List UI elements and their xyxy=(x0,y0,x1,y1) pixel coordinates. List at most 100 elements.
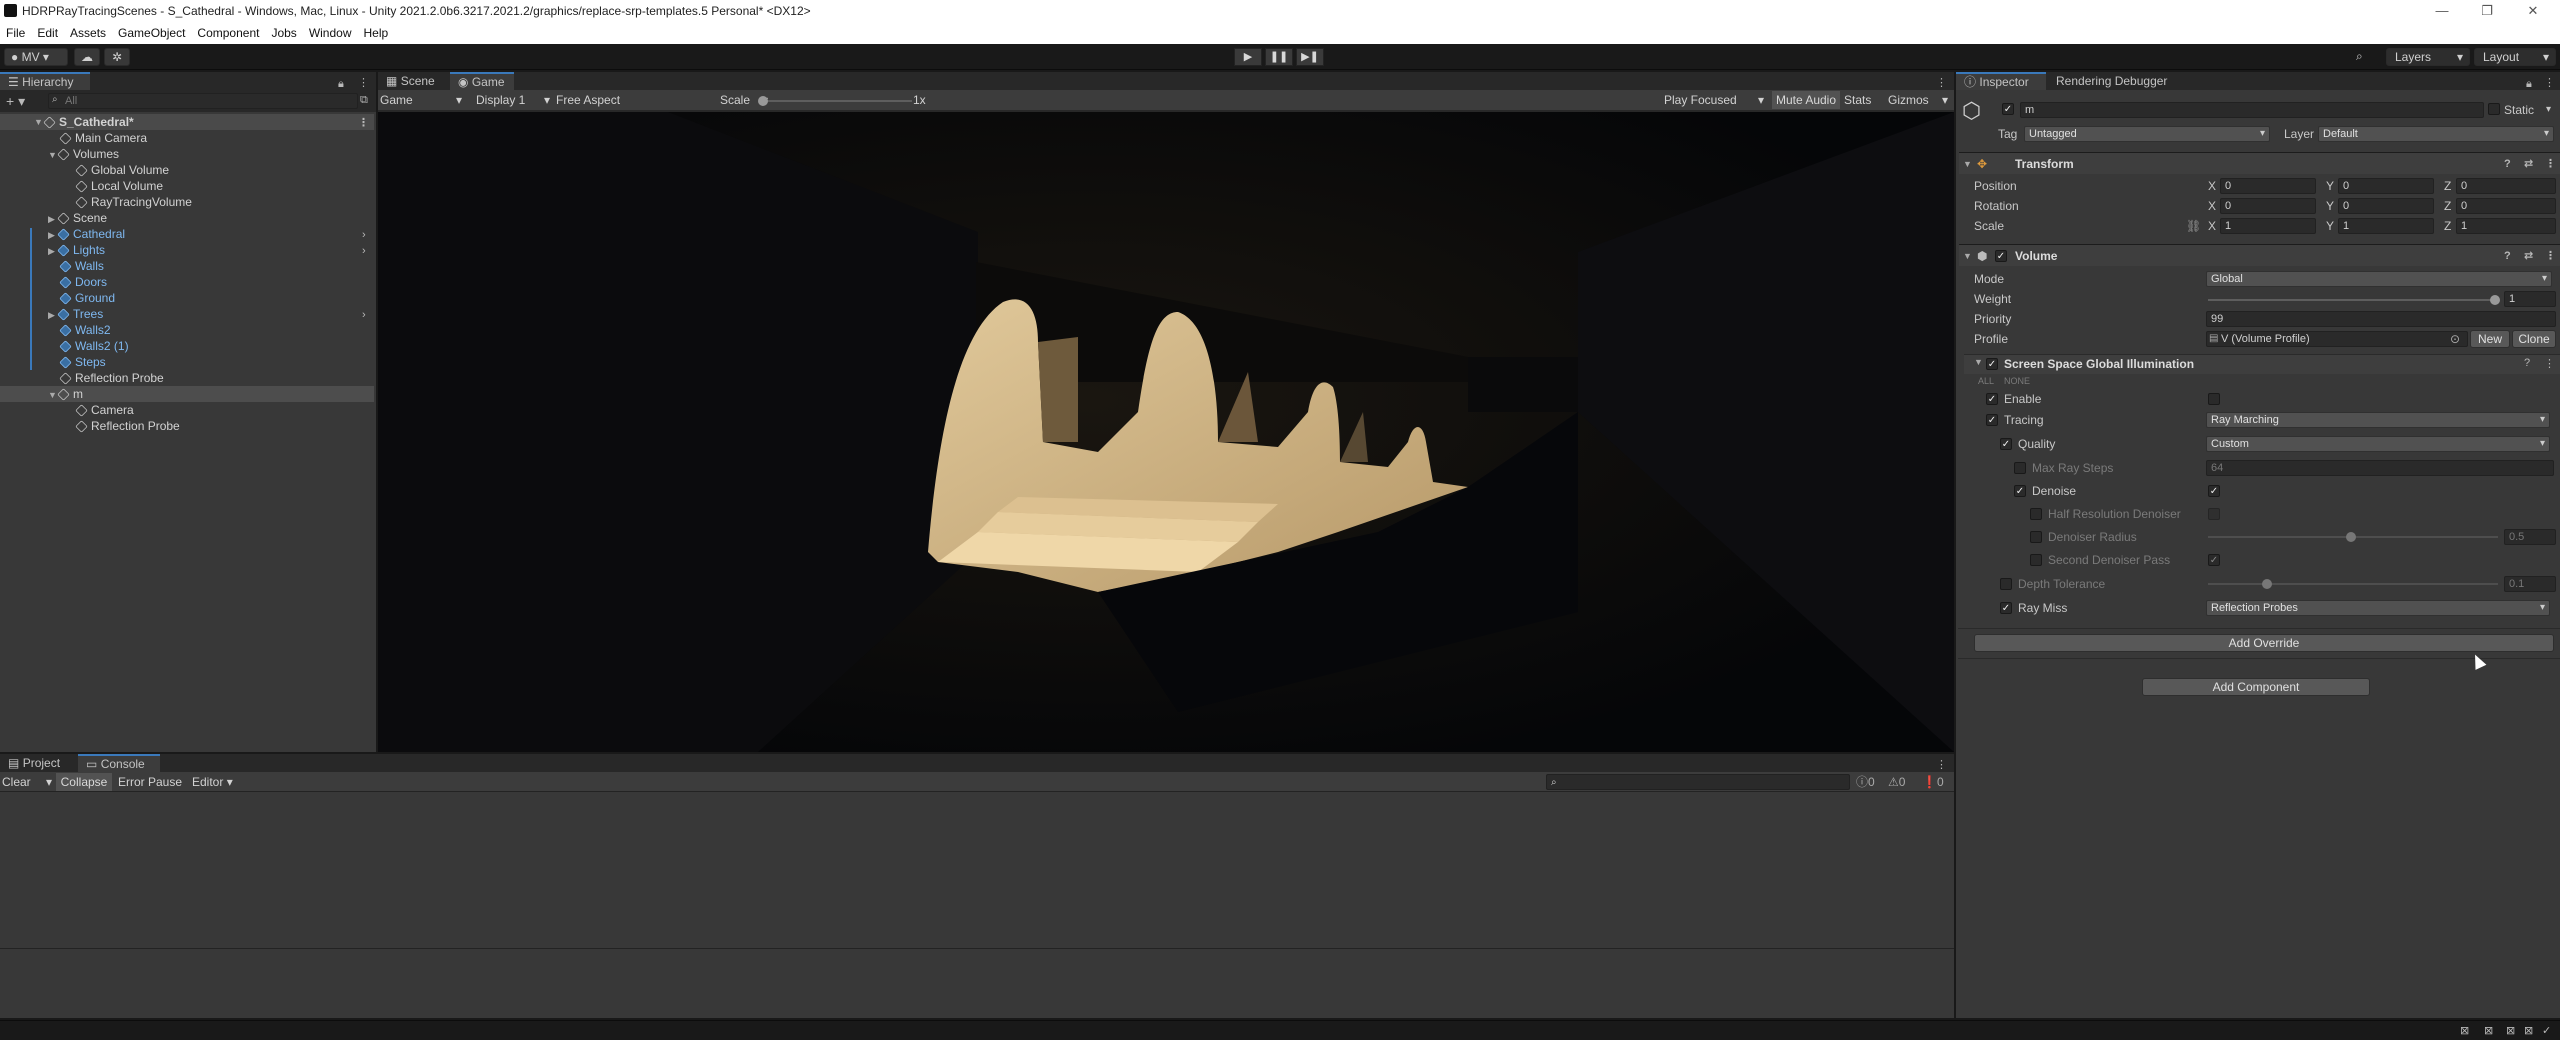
log-count-error[interactable]: ❗0 xyxy=(1922,774,1944,790)
tab-scene[interactable]: ▦ Scene xyxy=(378,72,448,90)
kebab-menu-icon[interactable]: ⋮ xyxy=(2544,357,2555,370)
expand-arrow-icon[interactable]: ▼ xyxy=(48,147,58,163)
half-res-value-checkbox[interactable] xyxy=(2208,508,2220,520)
hierarchy-row-steps[interactable]: Steps xyxy=(0,354,374,370)
collab-icon[interactable]: ✲ xyxy=(104,48,130,66)
gizmos-dropdown[interactable]: Gizmos ▾ xyxy=(1888,92,1952,108)
override-none-link[interactable]: NONE xyxy=(2004,376,2030,386)
menu-edit[interactable]: Edit xyxy=(31,22,64,44)
volume-enabled-checkbox[interactable]: ✓ xyxy=(1995,250,2007,262)
denoise-override-checkbox[interactable]: ✓ xyxy=(2014,485,2026,497)
collapse-toggle[interactable]: Collapse xyxy=(56,773,112,791)
game-viewport[interactable] xyxy=(378,112,1954,752)
log-count-warning[interactable]: ⚠0 xyxy=(1888,774,1905,790)
volume-header[interactable]: ▼ ⬢ ✓ Volume ? ⇄ ⋮ xyxy=(1959,244,2560,266)
ray-miss-override-checkbox[interactable]: ✓ xyxy=(2000,602,2012,614)
help-icon[interactable]: ? xyxy=(2504,153,2511,175)
pause-button[interactable]: ❚❚ xyxy=(1265,48,1293,66)
menu-component[interactable]: Component xyxy=(191,22,265,44)
enable-value-checkbox[interactable] xyxy=(2208,393,2220,405)
ray-miss-dropdown[interactable]: Reflection Probes xyxy=(2206,600,2550,616)
cache-icon[interactable]: ⊠ xyxy=(2524,1024,2533,1037)
tracing-dropdown[interactable]: Ray Marching xyxy=(2206,412,2550,428)
hierarchy-row-volumes[interactable]: ▼ Volumes xyxy=(0,146,374,162)
object-name-field[interactable]: m xyxy=(2020,102,2484,118)
preset-icon[interactable]: ⇄ xyxy=(2524,245,2533,267)
debug-icon[interactable]: ⊠ xyxy=(2506,1024,2515,1037)
denoiser-radius-slider-knob[interactable] xyxy=(2346,532,2356,542)
mode-dropdown[interactable]: Global xyxy=(2206,271,2552,287)
kebab-menu-icon[interactable]: ⋮ xyxy=(2545,245,2556,267)
denoiser-radius-override-checkbox[interactable] xyxy=(2030,531,2042,543)
denoise-value-checkbox[interactable]: ✓ xyxy=(2208,485,2220,497)
add-icon[interactable]: + ▾ xyxy=(6,93,25,110)
tab-game[interactable]: ◉ Game xyxy=(450,72,514,90)
error-pause-toggle[interactable]: Error Pause xyxy=(118,774,188,790)
hierarchy-row-m[interactable]: ▼ m xyxy=(0,386,374,402)
weight-slider-track[interactable] xyxy=(2208,299,2498,301)
collapse-arrow-icon[interactable]: ▶ xyxy=(48,243,58,259)
menu-window[interactable]: Window xyxy=(303,22,358,44)
weight-field[interactable]: 1 xyxy=(2504,291,2556,307)
hierarchy-row-walls2[interactable]: Walls2 xyxy=(0,322,374,338)
hierarchy-row-local-volume[interactable]: Local Volume xyxy=(0,178,374,194)
play-button[interactable]: ▶ xyxy=(1234,48,1262,66)
constrain-proportions-icon[interactable]: ⛓ xyxy=(2186,217,2201,235)
hierarchy-row-scene[interactable]: ▼ S_Cathedral* ⋮ xyxy=(0,114,374,130)
layers-dropdown[interactable]: Layers ▾ xyxy=(2386,48,2470,66)
clone-profile-button[interactable]: Clone xyxy=(2512,330,2556,348)
profile-field[interactable]: V (Volume Profile) xyxy=(2206,331,2468,347)
menu-assets[interactable]: Assets xyxy=(64,22,112,44)
active-checkbox[interactable]: ✓ xyxy=(2002,103,2014,115)
chevron-right-icon[interactable]: › xyxy=(362,227,366,243)
new-profile-button[interactable]: New xyxy=(2470,330,2510,348)
max-ray-steps-field[interactable]: 64 xyxy=(2206,460,2554,476)
account-dropdown[interactable]: ● MV ▾ xyxy=(4,48,68,66)
tag-dropdown[interactable]: Untagged xyxy=(2024,126,2270,142)
menu-gameobject[interactable]: GameObject xyxy=(112,22,191,44)
chevron-right-icon[interactable]: › xyxy=(362,307,366,323)
ssgi-override-header[interactable]: ▼ ✓ Screen Space Global Illumination ? ⋮ xyxy=(1964,354,2560,374)
position-z-field[interactable]: 0 xyxy=(2456,178,2556,194)
foldout-arrow-icon[interactable]: ▼ xyxy=(1963,153,1972,175)
hierarchy-row-global-volume[interactable]: Global Volume xyxy=(0,162,374,178)
hierarchy-row-doors[interactable]: Doors xyxy=(0,274,374,290)
priority-field[interactable]: 99 xyxy=(2206,311,2556,327)
preset-icon[interactable]: ⇄ xyxy=(2524,153,2533,175)
help-icon[interactable]: ? xyxy=(2524,357,2530,369)
close-icon[interactable]: ✕ xyxy=(2513,0,2553,22)
layout-dropdown[interactable]: Layout ▾ xyxy=(2474,48,2556,66)
chevron-right-icon[interactable]: › xyxy=(362,243,366,259)
collapse-arrow-icon[interactable]: ▶ xyxy=(48,307,58,323)
tab-project[interactable]: ▤ Project xyxy=(0,754,72,772)
hierarchy-row-lights[interactable]: ▶ Lights › xyxy=(0,242,374,258)
scale-slider-knob[interactable] xyxy=(758,96,768,106)
second-pass-override-checkbox[interactable] xyxy=(2030,554,2042,566)
hierarchy-row-scene-group[interactable]: ▶ Scene xyxy=(0,210,374,226)
static-checkbox[interactable] xyxy=(2488,103,2500,115)
check-icon[interactable]: ✓ xyxy=(2542,1024,2551,1037)
denoiser-radius-field[interactable]: 0.5 xyxy=(2504,529,2556,545)
transform-header[interactable]: ▼ ✥ Transform ? ⇄ ⋮ xyxy=(1959,152,2560,174)
hierarchy-row-reflection-probe[interactable]: Reflection Probe xyxy=(0,370,374,386)
hierarchy-row-walls[interactable]: Walls xyxy=(0,258,374,274)
mute-audio-toggle[interactable]: Mute Audio xyxy=(1772,91,1840,109)
menu-file[interactable]: File xyxy=(0,22,31,44)
scale-y-field[interactable]: 1 xyxy=(2338,218,2434,234)
display-dropdown[interactable]: Display 1 ▾ xyxy=(476,92,550,108)
hierarchy-search-input[interactable]: All xyxy=(48,93,358,109)
hierarchy-row-reflection-probe-child[interactable]: Reflection Probe xyxy=(0,418,374,434)
add-override-button[interactable]: Add Override xyxy=(1974,634,2554,652)
tab-hierarchy[interactable]: ☰ Hierarchy xyxy=(0,72,90,90)
console-search-input[interactable]: ⌕ xyxy=(1546,774,1850,790)
hierarchy-row-walls2-1[interactable]: Walls2 (1) xyxy=(0,338,374,354)
cloud-icon[interactable]: ☁ xyxy=(74,48,100,66)
depth-tolerance-slider-knob[interactable] xyxy=(2262,579,2272,589)
kebab-menu-icon[interactable]: ⋮ xyxy=(2545,153,2556,175)
network-icon[interactable]: ⊠ xyxy=(2484,1024,2493,1037)
scale-x-field[interactable]: 1 xyxy=(2220,218,2316,234)
stats-toggle[interactable]: Stats xyxy=(1844,92,1878,108)
scale-slider-track[interactable] xyxy=(762,100,912,102)
collapse-arrow-icon[interactable]: ▶ xyxy=(48,211,58,227)
quality-dropdown[interactable]: Custom xyxy=(2206,436,2550,452)
